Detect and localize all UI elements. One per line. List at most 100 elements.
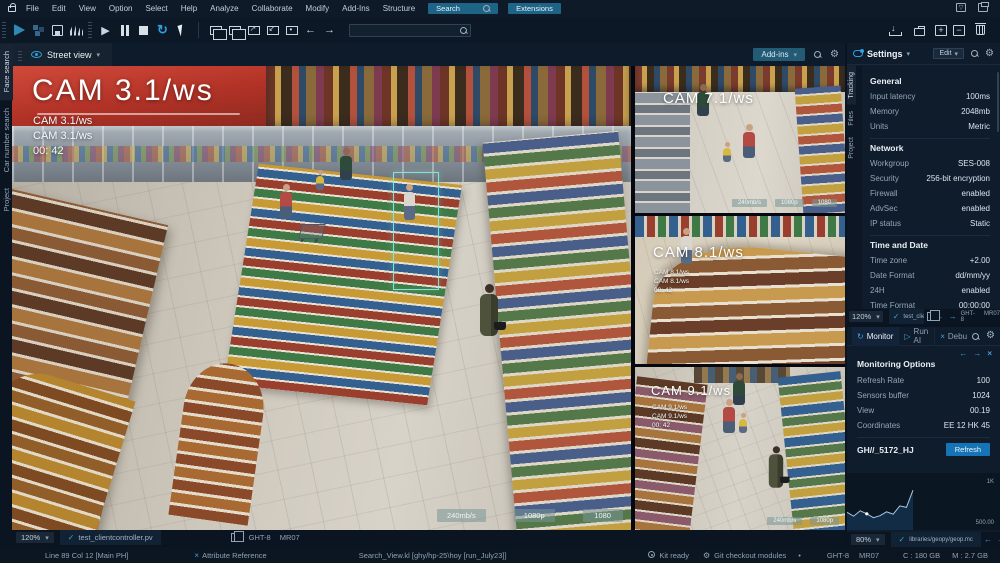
nav-back-icon[interactable]: ← xyxy=(959,349,967,358)
copy-icon[interactable] xyxy=(231,533,239,542)
forward-button[interactable]: → xyxy=(321,22,338,39)
close-icon[interactable]: × xyxy=(987,349,992,358)
git-status[interactable]: ⚙Git checkout modules xyxy=(703,551,786,560)
menu-modify[interactable]: Modify xyxy=(306,4,330,13)
file-tab[interactable]: ✓ test_clientcontroller.pv xyxy=(60,530,161,545)
export-icon[interactable] xyxy=(245,22,262,39)
tab-tracking[interactable]: Tracking xyxy=(847,66,856,105)
snapshot-icon[interactable] xyxy=(283,22,300,39)
shopper-backpack xyxy=(480,284,498,336)
kit-status[interactable]: Kit ready xyxy=(648,551,689,560)
cam-line: CAM 9.1/ws xyxy=(652,403,687,412)
duplicate-window-icon[interactable] xyxy=(226,22,243,39)
view-search-icon[interactable] xyxy=(814,51,821,58)
view-gear-icon[interactable]: ⚙ xyxy=(830,50,839,60)
menu-option[interactable]: Option xyxy=(109,4,133,13)
menu-dot[interactable]: • xyxy=(798,551,801,560)
stop-button[interactable] xyxy=(135,22,152,39)
chevron-down-icon: ▾ xyxy=(45,534,49,542)
menu-file[interactable]: File xyxy=(26,4,39,13)
tab-label: Debu xyxy=(948,332,967,341)
section-heading: General xyxy=(870,76,990,86)
scrollbar[interactable] xyxy=(997,72,999,132)
address-input[interactable] xyxy=(349,24,471,37)
view-selector-label: Street view xyxy=(47,50,92,60)
attribute-reference[interactable]: ×Attribute Reference xyxy=(194,551,266,560)
nav-forward-icon[interactable]: → xyxy=(973,349,981,358)
camera-feed-7[interactable]: CAM 7.1/ws 240mb/s 1080p 1080 xyxy=(635,66,845,213)
menu-structure[interactable]: Structure xyxy=(383,4,415,13)
cursor-tool-icon[interactable] xyxy=(173,22,190,39)
menu-analyze[interactable]: Analyze xyxy=(210,4,238,13)
chevron-down-icon: ▾ xyxy=(97,51,101,59)
rail-tab-face-search[interactable]: Face search xyxy=(0,43,13,100)
back-button[interactable]: ← xyxy=(302,22,319,39)
loop-button[interactable]: ↻ xyxy=(154,22,171,39)
search-button[interactable]: Search xyxy=(428,3,498,14)
refresh-button[interactable]: Refresh xyxy=(946,443,990,456)
play-button[interactable]: ▶ xyxy=(97,22,114,39)
remove-item-button[interactable]: − xyxy=(953,25,965,36)
rail-tab-project[interactable]: Project xyxy=(0,180,13,219)
file-tab[interactable]: ✓ test_clientcontroller.pv xyxy=(889,309,925,324)
rail-tab-car-number-search[interactable]: Car number search xyxy=(0,100,13,180)
tab-files[interactable]: Files xyxy=(847,105,856,132)
menu-select[interactable]: Select xyxy=(145,4,167,13)
layout-windows-icon[interactable] xyxy=(978,3,988,12)
setting-row: Time zone+2.00 xyxy=(870,253,990,268)
menu-addins[interactable]: Add-Ins xyxy=(342,4,370,13)
camera-feed-main[interactable]: CAM 3.1/ws CAM 3.1/ws CAM 3.1/ws 00: 42 … xyxy=(12,66,631,530)
shape-tool-icon[interactable] xyxy=(11,22,28,39)
zoom-dropdown[interactable]: 120% ▾ xyxy=(16,532,54,543)
drag-handle[interactable] xyxy=(88,22,92,38)
edit-button[interactable]: Edit ▾ xyxy=(933,48,964,59)
settings-gear-icon[interactable]: ⚙ xyxy=(985,49,994,59)
tab-monitor[interactable]: ↻ Monitor xyxy=(852,327,899,346)
download-icon[interactable] xyxy=(886,22,903,39)
nav-back-icon[interactable]: ← xyxy=(984,535,992,544)
tab-project[interactable]: Project xyxy=(847,131,856,165)
trash-icon[interactable] xyxy=(972,22,989,39)
view-selector[interactable]: Street view ▾ xyxy=(12,43,112,66)
drag-handle[interactable] xyxy=(2,22,6,38)
new-window-icon[interactable] xyxy=(207,22,224,39)
monitor-gear-icon[interactable]: ⚙ xyxy=(986,331,995,341)
zoom-dropdown[interactable]: 120% ▾ xyxy=(849,311,883,322)
shopper xyxy=(280,184,292,218)
menu-collaborate[interactable]: Collaborate xyxy=(252,4,293,13)
file-tab[interactable]: ✓ libraries/geopy/geop.mc xyxy=(891,532,981,547)
extensions-button[interactable]: Extensions xyxy=(508,3,561,14)
tab-label: Monitor xyxy=(867,332,894,341)
briefcase-icon[interactable] xyxy=(911,22,928,39)
grid-tool-icon[interactable] xyxy=(30,22,47,39)
waveform-icon[interactable] xyxy=(68,22,85,39)
monitor-search-icon[interactable] xyxy=(972,333,979,340)
menu-help[interactable]: Help xyxy=(181,4,197,13)
supermarket-scene xyxy=(635,66,845,213)
monitoring-options-title: Monitoring Options xyxy=(857,359,990,369)
nav-forward-icon[interactable]: → xyxy=(949,312,957,321)
notification-badge-icon[interactable]: ▽ xyxy=(956,3,966,12)
zoom-value: 120% xyxy=(852,312,871,321)
camera-feed-9[interactable]: CAM 9.1/ws CAM 9.1/ws CAM 9.1/ws 00: 42 … xyxy=(635,367,845,530)
monitor-row: Refresh Rate100 xyxy=(857,373,990,388)
zoom-dropdown[interactable]: 80% ▾ xyxy=(851,534,885,545)
cursor-position[interactable]: Line 89 Col 12 [Main PH] xyxy=(45,551,128,560)
menu-view[interactable]: View xyxy=(79,4,96,13)
toolbar: ▶ ↻ ← → + − xyxy=(0,17,1000,43)
tab-run-ai[interactable]: ▷ Run AI xyxy=(899,327,935,346)
camera-feed-8[interactable]: CAM 8.1/ws CAM 8.1/ws CAM 8.1/ws 00: 42 xyxy=(635,216,845,364)
copy-icon[interactable] xyxy=(927,312,931,321)
addins-button[interactable]: Add-ins ▾ xyxy=(753,48,805,61)
pause-button[interactable] xyxy=(116,22,133,39)
tab-debug[interactable]: × Debu xyxy=(935,327,972,346)
quality-badge: 1080 xyxy=(583,509,623,522)
save-icon[interactable] xyxy=(49,22,66,39)
memory-usage: M : 2.7 GB xyxy=(952,551,988,560)
menu-edit[interactable]: Edit xyxy=(52,4,66,13)
import-icon[interactable] xyxy=(264,22,281,39)
add-item-button[interactable]: + xyxy=(935,25,947,36)
settings-search-icon[interactable] xyxy=(971,50,978,57)
cam-title: CAM 3.1/ws xyxy=(32,74,214,108)
process-id: GH//_5172_HJ xyxy=(857,445,914,455)
